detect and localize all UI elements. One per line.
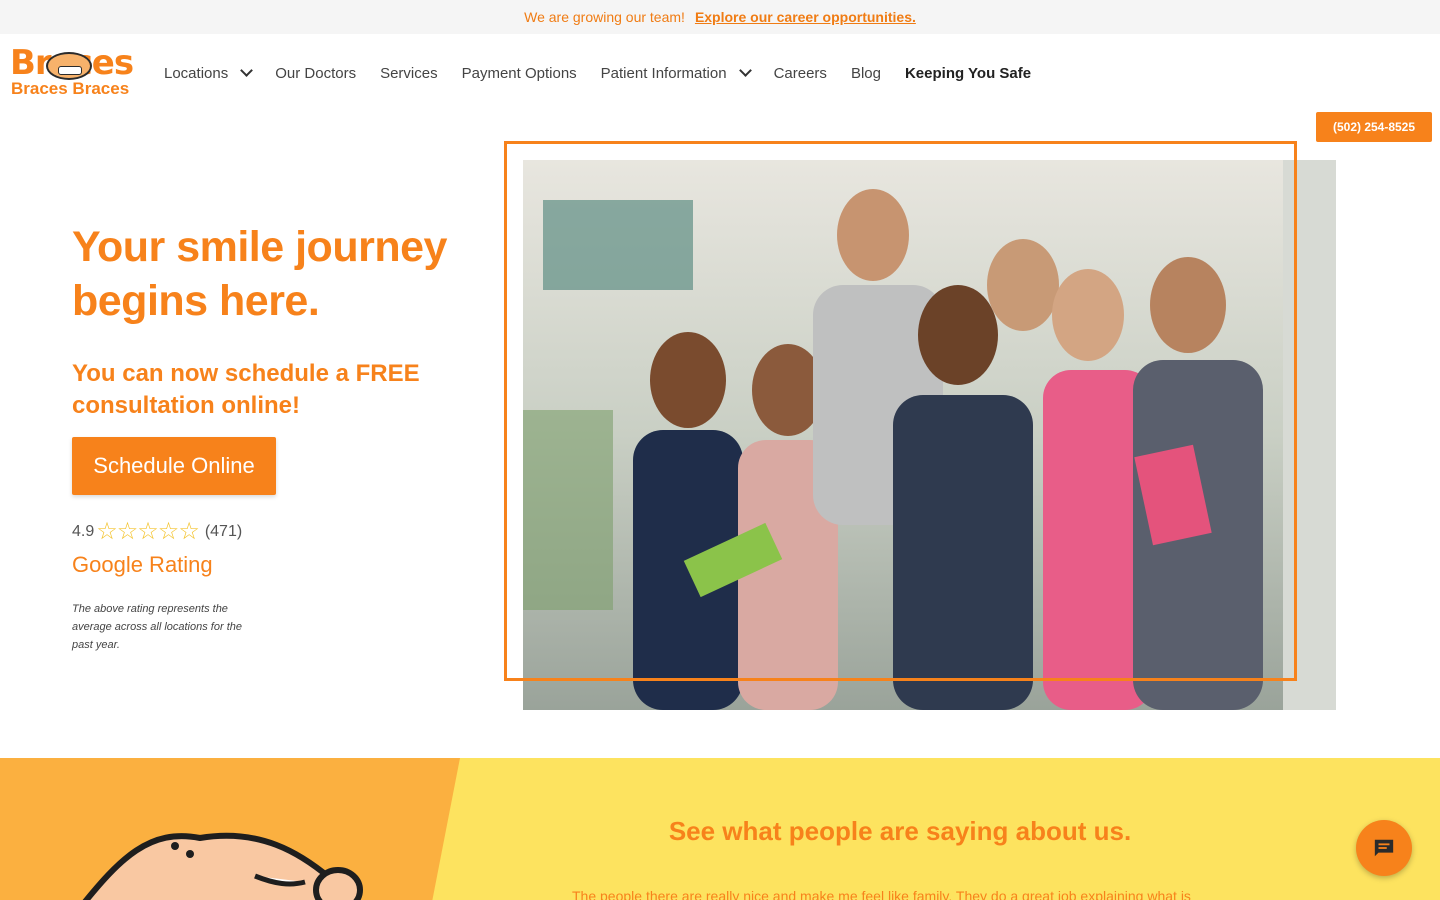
logo-tagline: Braces Braces (11, 79, 130, 98)
testimonials-section: See what people are saying about us. The… (0, 758, 1440, 900)
star-icon: ☆ (157, 518, 180, 545)
chat-button[interactable] (1356, 820, 1412, 876)
testimonial-quote: The people there are really nice and mak… (572, 888, 1191, 900)
announcement-bar: We are growing our team! Explore our car… (0, 0, 1440, 34)
nav-item-keeping-you-safe[interactable]: Keeping You Safe (905, 65, 1031, 82)
star-icon: ☆ (116, 518, 139, 545)
star-icon: ☆ (137, 518, 159, 545)
announcement-message: We are growing our team! (524, 9, 685, 25)
careers-link[interactable]: Explore our career opportunities. (695, 9, 916, 25)
logo-mascot-icon (46, 52, 92, 80)
star-icon: ☆ (96, 518, 118, 545)
chat-bubble-icon (1374, 839, 1394, 857)
nav-item-locations[interactable]: Locations (164, 64, 254, 82)
hero-photo-frame (504, 141, 1297, 681)
rating-row: 4.9 ☆ ☆ ☆ ☆ ☆ (471) (72, 520, 242, 544)
chevron-down-icon (738, 64, 752, 77)
testimonials-title: See what people are saying about us. (668, 816, 1132, 846)
logo[interactable]: Braces Braces Braces (10, 46, 142, 100)
rating-stars: ☆ ☆ ☆ ☆ ☆ (96, 518, 200, 545)
schedule-online-button[interactable]: Schedule Online (72, 437, 276, 495)
nav-item-patient-information[interactable]: Patient Information (601, 64, 752, 82)
site-header: Braces Braces Braces Locations Our Docto… (0, 34, 1440, 112)
phone-button[interactable]: (502) 254-8525 (1316, 112, 1432, 142)
nav-item-careers[interactable]: Careers (774, 65, 827, 82)
hero-subtitle: You can now schedule a FREE consultation… (72, 360, 420, 419)
nav-item-payment-options[interactable]: Payment Options (462, 65, 577, 82)
rating-disclaimer: The above rating represents the average … (72, 603, 242, 651)
chevron-down-icon (240, 64, 254, 77)
rating-value: 4.9 (72, 523, 95, 540)
nav-item-blog[interactable]: Blog (851, 65, 881, 82)
hero-title: Your smile journey begins here. (72, 223, 447, 325)
nav-item-our-doctors[interactable]: Our Doctors (275, 65, 356, 82)
main-nav: Locations Our Doctors Services Payment O… (164, 34, 1055, 112)
star-icon: ☆ (178, 518, 200, 545)
google-rating-label[interactable]: Google Rating (72, 552, 213, 578)
rating-count: (471) (204, 523, 243, 540)
nav-item-services[interactable]: Services (380, 65, 438, 82)
